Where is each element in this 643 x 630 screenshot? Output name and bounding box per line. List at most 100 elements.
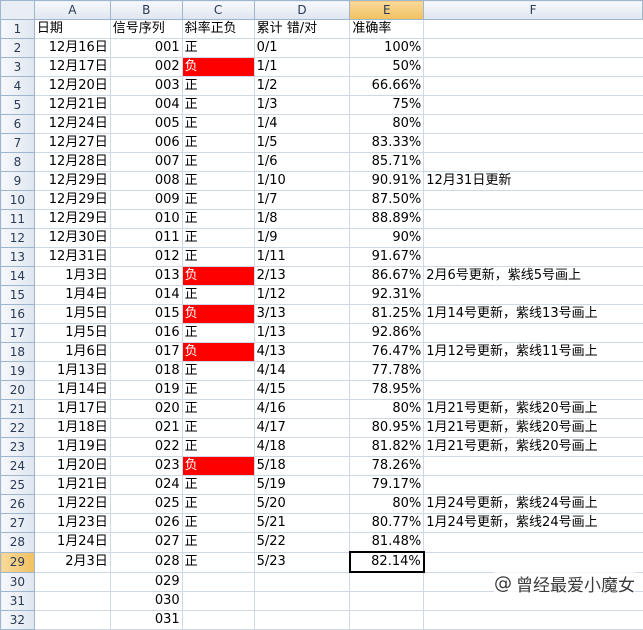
date-cell[interactable]: 12月28日 (33, 152, 111, 172)
date-cell[interactable]: 1月24日 (33, 532, 111, 553)
date-cell[interactable] (33, 590, 111, 611)
cumulative-cell[interactable]: 1/6 (253, 152, 351, 172)
slope-sign-cell[interactable]: 负 (181, 456, 255, 476)
cumulative-cell[interactable] (253, 609, 351, 630)
slope-sign-cell[interactable]: 正 (181, 171, 255, 191)
cumulative-cell[interactable]: 5/21 (253, 513, 351, 533)
date-cell[interactable] (33, 609, 111, 630)
signal-seq-cell[interactable]: 001 (109, 38, 183, 58)
slope-sign-cell[interactable]: 正 (181, 38, 255, 58)
header-cell-c[interactable]: 斜率正负 (181, 19, 255, 39)
note-cell[interactable] (423, 76, 643, 96)
column-header-f[interactable]: F (423, 0, 643, 20)
signal-seq-cell[interactable]: 028 (109, 551, 183, 573)
select-all-corner[interactable] (0, 0, 35, 20)
signal-seq-cell[interactable]: 011 (109, 228, 183, 248)
note-cell[interactable] (423, 532, 643, 553)
cumulative-cell[interactable]: 1/2 (253, 76, 351, 96)
cumulative-cell[interactable]: 4/18 (253, 437, 351, 457)
note-cell[interactable]: 1月12号更新，紫线11号画上 (423, 342, 643, 362)
cumulative-cell[interactable]: 1/12 (253, 285, 351, 305)
signal-seq-cell[interactable]: 012 (109, 247, 183, 267)
slope-sign-cell[interactable]: 正 (181, 380, 255, 400)
accuracy-cell[interactable]: 81.82% (349, 437, 425, 457)
row-header[interactable]: 6 (0, 114, 35, 134)
header-cell-e[interactable]: 准确率 (349, 19, 425, 39)
note-cell[interactable]: 1月14号更新，紫线13号画上 (423, 304, 643, 324)
row-header[interactable]: 4 (0, 76, 35, 96)
date-cell[interactable]: 1月6日 (33, 342, 111, 362)
cumulative-cell[interactable]: 5/18 (253, 456, 351, 476)
note-cell[interactable]: 1月24号更新，紫线24号画上 (423, 513, 643, 533)
accuracy-cell[interactable]: 77.78% (349, 361, 425, 381)
row-header[interactable]: 24 (0, 456, 35, 476)
note-cell[interactable] (423, 551, 643, 573)
slope-sign-cell[interactable]: 正 (181, 494, 255, 514)
row-header[interactable]: 28 (0, 532, 35, 553)
note-cell[interactable] (423, 475, 643, 495)
row-header[interactable]: 5 (0, 95, 35, 115)
row-header[interactable]: 7 (0, 133, 35, 153)
signal-seq-cell[interactable]: 024 (109, 475, 183, 495)
cumulative-cell[interactable]: 4/13 (253, 342, 351, 362)
slope-sign-cell[interactable]: 正 (181, 228, 255, 248)
accuracy-cell[interactable]: 85.71% (349, 152, 425, 172)
row-header[interactable]: 2 (0, 38, 35, 58)
slope-sign-cell[interactable]: 正 (181, 114, 255, 134)
header-cell-f[interactable] (423, 19, 643, 39)
date-cell[interactable]: 1月5日 (33, 323, 111, 343)
signal-seq-cell[interactable]: 016 (109, 323, 183, 343)
cumulative-cell[interactable]: 5/20 (253, 494, 351, 514)
signal-seq-cell[interactable]: 003 (109, 76, 183, 96)
slope-sign-cell[interactable]: 正 (181, 247, 255, 267)
slope-sign-cell[interactable]: 负 (181, 266, 255, 286)
header-cell-d[interactable]: 累计 错/对 (253, 19, 351, 39)
note-cell[interactable] (423, 323, 643, 343)
signal-seq-cell[interactable]: 026 (109, 513, 183, 533)
accuracy-cell[interactable]: 81.25% (349, 304, 425, 324)
accuracy-cell[interactable]: 80.95% (349, 418, 425, 438)
date-cell[interactable]: 1月20日 (33, 456, 111, 476)
cumulative-cell[interactable]: 4/16 (253, 399, 351, 419)
column-header-c[interactable]: C (181, 0, 255, 20)
row-header[interactable]: 22 (0, 418, 35, 438)
date-cell[interactable]: 12月21日 (33, 95, 111, 115)
note-cell[interactable] (423, 57, 643, 77)
date-cell[interactable]: 12月29日 (33, 171, 111, 191)
signal-seq-cell[interactable]: 027 (109, 532, 183, 553)
note-cell[interactable]: 2月6号更新，紫线5号画上 (423, 266, 643, 286)
note-cell[interactable] (423, 380, 643, 400)
cumulative-cell[interactable]: 5/22 (253, 532, 351, 553)
signal-seq-cell[interactable]: 020 (109, 399, 183, 419)
header-cell-b[interactable]: 信号序列 (109, 19, 183, 39)
row-header[interactable]: 27 (0, 513, 35, 533)
date-cell[interactable]: 2月3日 (33, 551, 111, 573)
accuracy-cell[interactable]: 87.50% (349, 190, 425, 210)
accuracy-cell[interactable]: 79.17% (349, 475, 425, 495)
note-cell[interactable] (423, 361, 643, 381)
date-cell[interactable]: 12月29日 (33, 190, 111, 210)
date-cell[interactable]: 12月24日 (33, 114, 111, 134)
row-header[interactable]: 15 (0, 285, 35, 305)
slope-sign-cell[interactable]: 正 (181, 190, 255, 210)
cumulative-cell[interactable]: 2/13 (253, 266, 351, 286)
date-cell[interactable]: 1月17日 (33, 399, 111, 419)
slope-sign-cell[interactable] (181, 571, 255, 592)
row-header[interactable]: 30 (0, 571, 35, 592)
signal-seq-cell[interactable]: 007 (109, 152, 183, 172)
cumulative-cell[interactable]: 1/1 (253, 57, 351, 77)
accuracy-cell[interactable]: 76.47% (349, 342, 425, 362)
signal-seq-cell[interactable]: 010 (109, 209, 183, 229)
signal-seq-cell[interactable]: 018 (109, 361, 183, 381)
note-cell[interactable] (423, 228, 643, 248)
slope-sign-cell[interactable]: 正 (181, 418, 255, 438)
date-cell[interactable]: 12月16日 (33, 38, 111, 58)
column-header-a[interactable]: A (33, 0, 111, 20)
accuracy-cell[interactable]: 83.33% (349, 133, 425, 153)
date-cell[interactable]: 12月29日 (33, 209, 111, 229)
slope-sign-cell[interactable]: 正 (181, 437, 255, 457)
accuracy-cell[interactable]: 78.26% (349, 456, 425, 476)
header-cell-a[interactable]: 日期 (33, 19, 111, 39)
row-header[interactable]: 23 (0, 437, 35, 457)
slope-sign-cell[interactable]: 正 (181, 551, 255, 573)
